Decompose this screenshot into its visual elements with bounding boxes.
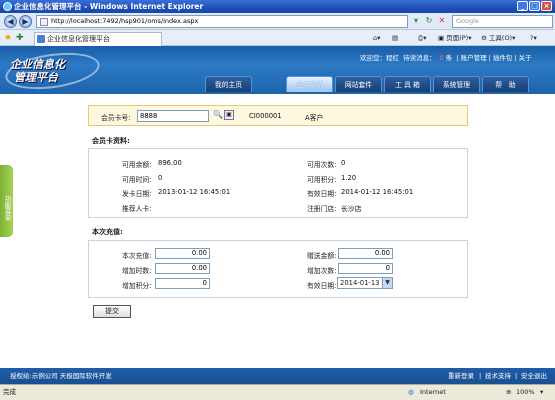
balance-label: 可用余额: [122, 161, 152, 169]
store-label: 注册门店: [307, 205, 337, 213]
address-bar[interactable]: http://localhost:7492/hsp901/oms/index.a… [36, 15, 408, 28]
addcount-input[interactable]: 0 [338, 263, 393, 274]
menu-website[interactable]: 网站套件 [335, 76, 382, 92]
window-title-bar: 企业信息化管理平台 - Windows Internet Explorer _ … [0, 0, 555, 13]
times-label: 可用次数: [307, 161, 337, 169]
about-link[interactable]: 关于 [519, 54, 532, 62]
address-toolbar: ◀ ▶ http://localhost:7492/hsp901/oms/ind… [0, 13, 555, 30]
globe-icon: ◍ [408, 388, 414, 396]
search-input[interactable]: Google [452, 15, 553, 28]
add-favorites-icon[interactable]: ✚ [16, 32, 24, 44]
browser-tab[interactable]: 企业信息化管理平台 [34, 32, 162, 46]
print-icon[interactable]: ⎙▾ [418, 32, 426, 44]
valid-date-select[interactable]: 2014-01-13 ▼ [337, 277, 393, 289]
points-label: 可用积分: [307, 176, 337, 184]
menu-home[interactable]: 我的主页 [205, 76, 252, 92]
feeds-icon[interactable]: ▤ [392, 32, 398, 44]
messages-label: 待读消息： [403, 54, 436, 62]
main-content [0, 94, 555, 368]
messages-count[interactable]: 0 [440, 54, 444, 62]
maximize-button[interactable]: □ [529, 1, 540, 11]
balance-value: 896.00 [158, 159, 182, 167]
zoom-dropdown-icon[interactable]: ▾ [540, 385, 543, 400]
referrer-label: 推荐人卡: [122, 205, 152, 213]
page-icon [40, 18, 48, 26]
amount-input[interactable]: 0.00 [155, 248, 210, 259]
time-label: 可用时间: [122, 176, 152, 184]
chevron-down-icon: ▼ [382, 278, 392, 288]
tools-menu[interactable]: ⚙ 工具(O)▾ [481, 32, 515, 44]
help-menu-icon[interactable]: ?▾ [530, 32, 537, 44]
recharge-title: 本次充值: [92, 228, 123, 236]
window-title: 企业信息化管理平台 - Windows Internet Explorer [14, 2, 204, 11]
stop-icon[interactable]: ✕ [437, 16, 447, 26]
issue-date-value: 2013-01-12 16:45:01 [158, 188, 231, 196]
app-logo: 企业信息化 管理平台 [10, 58, 65, 84]
tab-toolbar: ★ ✚ 企业信息化管理平台 ⌂▾ ▤ ⎙▾ ▣ 页面(P)▾ ⚙ 工具(O)▾ … [0, 30, 555, 46]
menu-system[interactable]: 系统管理 [433, 76, 480, 92]
minimize-button[interactable]: _ [517, 1, 528, 11]
card-number-label: 会员卡号: [101, 114, 131, 122]
license-text: 授权给:示例公司 天极国际软件开发 [10, 372, 112, 380]
bonus-label: 赠送金额: [307, 252, 337, 260]
page-menu[interactable]: ▣ 页面(P)▾ [438, 32, 471, 44]
app-footer: 授权给:示例公司 天极国际软件开发 重新登录 | 技术支持 | 安全退出 [0, 368, 555, 384]
zoom-icon[interactable]: ⊕ [506, 385, 511, 400]
function-menu-tab[interactable]: 功能菜单 [0, 165, 13, 237]
valid-date-label: 有效日期: [307, 190, 337, 198]
support-link[interactable]: 技术支持 [485, 368, 511, 384]
tab-title: 企业信息化管理平台 [47, 35, 110, 43]
back-button[interactable]: ◀ [4, 15, 17, 28]
address-text: http://localhost:7492/hsp901/oms/index.a… [51, 17, 199, 25]
favorites-star-icon[interactable]: ★ [4, 32, 12, 44]
close-window-button[interactable]: × [541, 1, 552, 11]
card-number-input[interactable]: 8888 [137, 110, 209, 122]
recharge-panel: 本次充值: 0.00 赠送金额: 0.00 增加时数: 0.00 增加次数: 0… [88, 240, 468, 298]
addcount-label: 增加次数: [307, 267, 337, 275]
card-info-panel: 可用余额: 896.00 可用次数: 0 可用时间: 0 可用积分: 1.20 … [88, 148, 468, 218]
go-dropdown-icon[interactable]: ▾ [411, 16, 421, 26]
valid-date-value: 2014-01-12 16:45:01 [341, 188, 414, 196]
amount-label: 本次充值: [122, 252, 152, 260]
status-text: 完成 [3, 388, 16, 396]
submit-button[interactable]: 提交 [93, 305, 131, 318]
card-reader-icon[interactable]: ▣ [224, 110, 234, 120]
bonus-input[interactable]: 0.00 [338, 248, 393, 259]
forward-button[interactable]: ▶ [19, 15, 32, 28]
addpoints-label: 增加积分: [122, 282, 152, 290]
tab-favicon-icon [37, 35, 45, 43]
plugins-link[interactable]: 插件包 [493, 54, 513, 62]
addtime-input[interactable]: 0.00 [155, 263, 210, 274]
welcome-bar: 欢迎您：程红 待读消息： 0条 | 账户管理 | 插件包 | 关于 [360, 54, 532, 62]
recharge-valid-label: 有效日期: [307, 282, 337, 290]
addtime-label: 增加时数: [122, 267, 152, 275]
account-link[interactable]: 账户管理 [461, 54, 487, 62]
card-search-panel: 会员卡号: 8888 🔍 ▣ CI000001 A客户 [88, 105, 468, 126]
points-value: 1.20 [341, 174, 357, 182]
issue-date-label: 发卡日期: [122, 190, 152, 198]
store-value: 长沙店 [341, 205, 362, 213]
times-value: 0 [341, 159, 346, 167]
ie-logo-icon [3, 2, 12, 11]
card-id: CI000001 [249, 112, 282, 120]
app-header: 企业信息化 管理平台 欢迎您：程红 待读消息： 0条 | 账户管理 | 插件包 | … [0, 46, 555, 95]
customer-name: A客户 [305, 114, 324, 122]
logout-link[interactable]: 安全退出 [521, 368, 547, 384]
refresh-icon[interactable]: ↻ [424, 16, 434, 26]
zoom-level[interactable]: 100% [516, 385, 535, 400]
time-value: 0 [158, 174, 163, 182]
relogin-link[interactable]: 重新登录 [448, 368, 474, 384]
addpoints-input[interactable]: 0 [155, 278, 210, 289]
home-icon[interactable]: ⌂▾ [373, 32, 380, 44]
menu-toolbox[interactable]: 工 具 箱 [384, 76, 431, 92]
zone-text: Internet [420, 388, 446, 396]
browser-status-bar: 完成 ◍ Internet ⊕ 100% ▾ [0, 384, 555, 400]
menu-business[interactable]: 业务系统 [286, 76, 333, 92]
welcome-text: 欢迎您：程红 [360, 54, 399, 62]
search-icon[interactable]: 🔍 [213, 110, 223, 119]
menu-help[interactable]: 帮 助 [482, 76, 529, 92]
card-info-title: 会员卡资料: [92, 137, 130, 145]
